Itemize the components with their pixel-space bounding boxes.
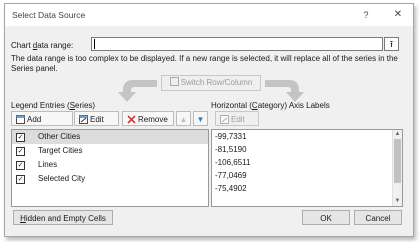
arrow-left-icon: [118, 80, 157, 102]
text-caret: [94, 39, 95, 49]
checkbox[interactable]: ✓: [16, 161, 25, 170]
edit-axis-labels-button[interactable]: Edit: [215, 111, 259, 126]
list-item: -106,6511: [215, 158, 251, 167]
hidden-empty-cells-button[interactable]: Hidden and Empty Cells: [13, 210, 113, 225]
axis-labels-label: Horizontal (Category) Axis Labels: [211, 101, 330, 110]
edit-label: Edit: [90, 115, 104, 124]
remove-x-icon: [127, 115, 136, 124]
scrollbar[interactable]: ▲ ▼: [392, 130, 402, 206]
axis-labels-list: -99,7331 -81,5190 -106,6511 -77,0469 -75…: [211, 129, 403, 207]
title-bar: Select Data Source ? ✕: [5, 4, 413, 26]
edit-icon: [220, 115, 229, 124]
add-icon: [16, 115, 25, 124]
edit-icon: [79, 115, 88, 124]
list-item: -75,4902: [215, 184, 247, 193]
list-item: -77,0469: [215, 171, 247, 180]
scroll-down-icon[interactable]: ▼: [394, 198, 401, 205]
chart-data-range-input[interactable]: [91, 37, 383, 51]
add-label: Add: [27, 115, 42, 124]
list-item[interactable]: ✓ Selected City: [12, 172, 208, 186]
axis-edit-label: Edit: [231, 115, 245, 124]
cancel-button[interactable]: Cancel: [354, 210, 402, 225]
legend-entries-label: Legend Entries (Series): [11, 101, 96, 110]
help-button[interactable]: ?: [359, 8, 373, 22]
close-button[interactable]: ✕: [391, 8, 405, 22]
remove-series-button[interactable]: Remove: [122, 111, 174, 126]
checkbox[interactable]: ✓: [16, 147, 25, 156]
edit-series-button[interactable]: Edit: [74, 111, 119, 126]
range-note: The data range is too complex to be disp…: [11, 54, 398, 73]
chart-data-range-label: Chart data range:: [11, 41, 74, 50]
remove-label: Remove: [138, 115, 168, 124]
list-item: -81,5190: [215, 145, 247, 154]
checkbox[interactable]: ✓: [16, 175, 25, 184]
scroll-up-icon[interactable]: ▲: [394, 131, 401, 138]
move-down-button[interactable]: ▼: [193, 111, 208, 126]
list-item[interactable]: ✓ Other Cities: [12, 130, 208, 144]
select-data-source-dialog: Select Data Source ? ✕ Chart data range:…: [4, 3, 414, 237]
legend-entries-list: ✓ Other Cities ✓ Target Cities ✓ Lines ✓…: [11, 129, 209, 207]
add-series-button[interactable]: Add: [11, 111, 73, 126]
list-item[interactable]: ✓ Lines: [12, 158, 208, 172]
list-item[interactable]: ✓ Target Cities: [12, 144, 208, 158]
checkbox[interactable]: ✓: [16, 133, 25, 142]
list-item: -99,7331: [215, 132, 247, 141]
switch-row-column-button[interactable]: Switch Row/Column: [161, 75, 261, 91]
collapse-dialog-button[interactable]: ⭱: [384, 37, 399, 51]
move-up-button[interactable]: ▲: [176, 111, 191, 126]
ok-button[interactable]: OK: [302, 210, 350, 225]
scroll-thumb[interactable]: [394, 139, 401, 183]
dialog-title: Select Data Source: [12, 10, 86, 20]
switch-icon: [169, 77, 179, 86]
switch-row-column-label: Switch Row/Column: [180, 78, 253, 87]
